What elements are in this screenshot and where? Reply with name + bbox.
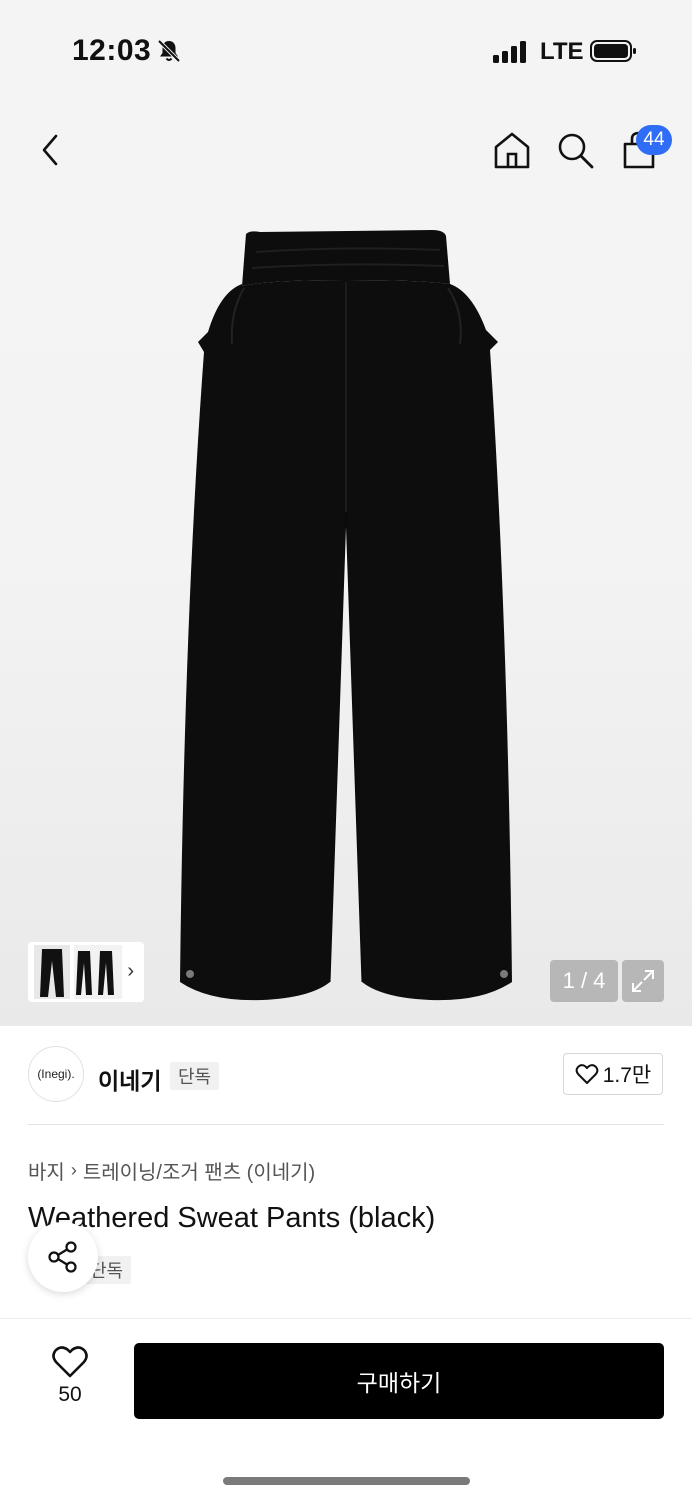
exclusive-badge: 단독 bbox=[170, 1062, 220, 1090]
image-page-indicator: 1 / 4 bbox=[550, 960, 618, 1002]
brand-logo[interactable]: (Inegi). bbox=[28, 1046, 84, 1102]
heart-icon bbox=[52, 1346, 88, 1378]
home-button[interactable] bbox=[490, 128, 534, 172]
wishlist-count: 50 bbox=[58, 1383, 82, 1406]
breadcrumb: 바지 › 트레이닝/조거 팬츠 (이네기) bbox=[28, 1156, 315, 1185]
battery-icon bbox=[590, 40, 636, 62]
search-icon bbox=[558, 133, 594, 169]
bottom-action-bar: 50 구매하기 bbox=[0, 1318, 692, 1501]
buy-button[interactable]: 구매하기 bbox=[134, 1343, 664, 1419]
brand-like-count: 1.7만 bbox=[602, 1064, 652, 1087]
chevron-right-icon: › bbox=[127, 960, 134, 982]
status-time: 12:03 bbox=[72, 34, 152, 67]
cart-count-badge: 44 bbox=[636, 125, 672, 155]
chevron-left-icon bbox=[42, 134, 58, 166]
signal-icon bbox=[493, 41, 526, 63]
expand-icon bbox=[632, 970, 654, 992]
share-icon bbox=[48, 1241, 77, 1273]
network-label: LTE bbox=[540, 38, 584, 65]
heart-icon bbox=[575, 1064, 599, 1084]
status-bar: 12:03 LTE bbox=[0, 0, 692, 100]
brand-like-button[interactable]: 1.7만 bbox=[563, 1053, 663, 1095]
breadcrumb-item-subcategory[interactable]: 트레이닝/조거 팬츠 (이네기) bbox=[83, 1156, 315, 1185]
search-button[interactable] bbox=[553, 128, 597, 172]
expand-image-button[interactable] bbox=[622, 960, 664, 1002]
home-indicator bbox=[223, 1477, 470, 1485]
breadcrumb-item-category[interactable]: 바지 bbox=[28, 1156, 65, 1185]
thumbnail-strip[interactable]: › bbox=[28, 942, 144, 1002]
back-button[interactable] bbox=[28, 128, 72, 172]
top-navigation bbox=[0, 110, 692, 190]
wishlist-button[interactable]: 50 bbox=[30, 1345, 110, 1425]
share-button[interactable] bbox=[28, 1222, 98, 1292]
brand-name[interactable]: 이네기 bbox=[98, 1062, 161, 1096]
thumbnail-images bbox=[34, 945, 122, 999]
brand-row: (Inegi). 이네기 단독 1.7만 bbox=[0, 1026, 692, 1126]
divider bbox=[28, 1124, 664, 1125]
product-title: Weathered Sweat Pants (black) bbox=[28, 1202, 436, 1234]
home-icon bbox=[494, 132, 530, 169]
chevron-right-icon: › bbox=[70, 1160, 77, 1180]
bell-muted-icon bbox=[157, 39, 181, 63]
product-image[interactable] bbox=[160, 222, 532, 1012]
